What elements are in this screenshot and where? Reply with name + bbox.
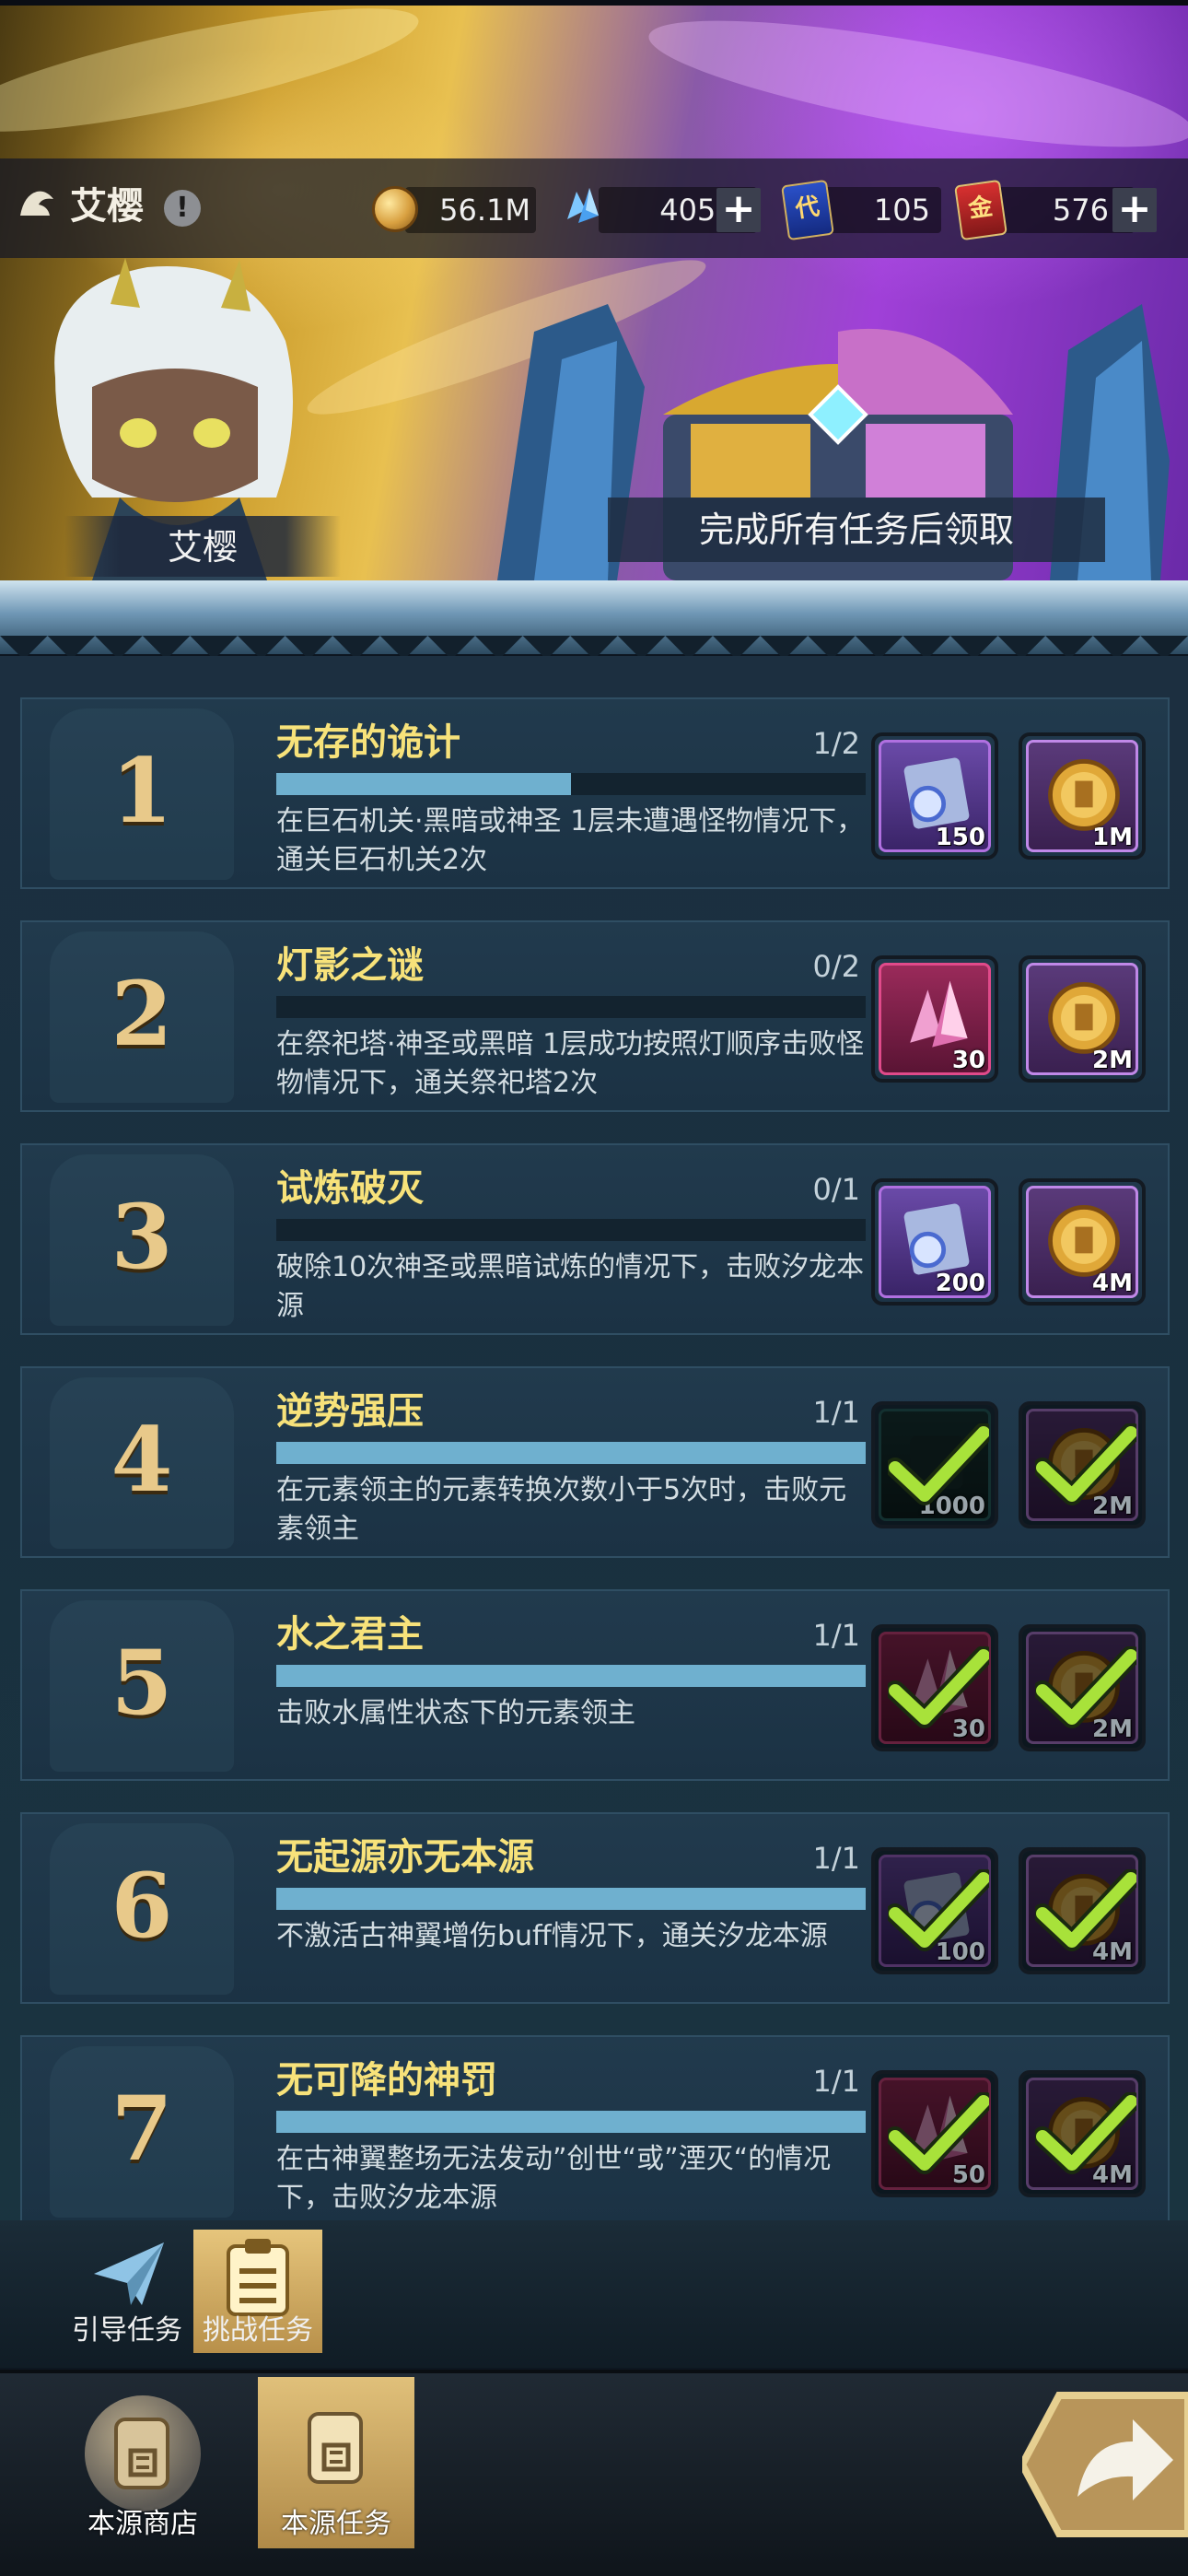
task-description: 破除10次神圣或黑暗试炼的情况下，击败汐龙本源 — [276, 1251, 865, 1322]
nav-origin-tasks[interactable]: 本源任务 — [258, 2377, 414, 2548]
check-icon — [1035, 1869, 1136, 1951]
task-description: 在巨石机关·黑暗或神圣 1层未遭遇怪物情况下，通关巨石机关2次 — [276, 805, 865, 876]
reward-scroll-icon[interactable]: 100 — [871, 1847, 998, 1974]
crystal-plus-button[interactable]: + — [716, 188, 761, 232]
go-arrow-button[interactable] — [1022, 2386, 1188, 2543]
reward-crystal-icon[interactable]: 50 — [871, 2070, 998, 2197]
task-progress-text: 1/1 — [812, 2064, 861, 2099]
task-list[interactable]: 1 无存的诡计 1/2 在巨石机关·黑暗或神圣 1层未遭遇怪物情况下，通关巨石机关2次… — [0, 656, 1188, 2222]
reward-scroll-icon[interactable]: 200 — [871, 1178, 998, 1306]
reward-dark-icon[interactable]: 1000 — [871, 1401, 998, 1528]
task-progress-bar — [276, 996, 866, 1018]
chest-claim-label: 完成所有任务后领取 — [698, 509, 1014, 550]
task-progress-text: 1/2 — [812, 726, 861, 761]
task-progress-fill — [276, 2111, 866, 2133]
task-item[interactable]: 6 无起源亦无本源 1/1 不激活古神翼增伤buff情况下，通关汐龙本源 100 4M — [20, 1812, 1170, 2004]
task-progress-bar — [276, 2111, 866, 2133]
task-progress-fill — [276, 1665, 866, 1687]
reward-coin-icon[interactable]: 2M — [1019, 1401, 1146, 1528]
reward-coin-icon[interactable]: 2M — [1019, 955, 1146, 1083]
task-item[interactable]: 3 试炼破灭 0/1 破除10次神圣或黑暗试炼的情况下，击败汐龙本源 200 4M — [20, 1143, 1170, 1335]
task-progress-text: 1/1 — [812, 1395, 861, 1430]
task-number: 1 — [111, 739, 173, 843]
check-icon — [1035, 2092, 1136, 2174]
task-progress-fill — [276, 773, 571, 795]
task-item[interactable]: 7 无可降的神罚 1/1 在古神翼整场无法发动”创世“或”湮灭“的情况下，击败汐龙本源… — [20, 2035, 1170, 2222]
reward-count: 150 — [935, 824, 985, 851]
task-progress-bar — [276, 1219, 866, 1241]
player-name: 艾樱 — [70, 185, 144, 228]
check-icon — [1035, 1423, 1136, 1505]
task-title: 无可降的神罚 — [276, 2059, 497, 2102]
task-item[interactable]: 5 水之君主 1/1 击败水属性状态下的元素领主 30 2M — [20, 1589, 1170, 1781]
player-emblem-icon — [20, 191, 53, 216]
reward-coin-icon[interactable]: 4M — [1019, 2070, 1146, 2197]
task-progress-bar — [276, 1888, 866, 1910]
tab-challenge-tasks[interactable]: 挑战任务 — [193, 2230, 322, 2353]
blue-card-value: 105 — [873, 193, 930, 228]
check-icon — [888, 1423, 989, 1505]
task-number: 2 — [111, 962, 173, 1066]
task-description: 击败水属性状态下的元素领主 — [276, 1697, 635, 1729]
reward-count: 2M — [1092, 1047, 1133, 1074]
task-description: 在古神翼整场无法发动”创世“或”湮灭“的情况下，击败汐龙本源 — [276, 2143, 832, 2214]
task-progress-fill — [276, 1442, 866, 1464]
task-item[interactable]: 1 无存的诡计 1/2 在巨石机关·黑暗或神圣 1层未遭遇怪物情况下，通关巨石机关2次… — [20, 697, 1170, 889]
nav-origin-tasks-label: 本源任务 — [281, 2508, 391, 2540]
task-item[interactable]: 2 灯影之谜 0/2 在祭祀塔·神圣或黑暗 1层成功按照灯顺序击败怪物情况下，通关祭祀… — [20, 920, 1170, 1112]
nav-origin-shop-label: 本源商店 — [87, 2508, 198, 2540]
task-number: 7 — [111, 2077, 173, 2181]
reward-coin-icon[interactable]: 1M — [1019, 732, 1146, 860]
task-number: 6 — [111, 1854, 173, 1958]
task-progress-bar — [276, 1665, 866, 1687]
red-card-value: 576 — [1052, 193, 1109, 228]
task-progress-text: 0/2 — [812, 949, 861, 984]
reward-scroll-icon[interactable]: 150 — [871, 732, 998, 860]
task-title: 无存的诡计 — [276, 721, 460, 764]
reward-count: 4M — [1092, 1270, 1133, 1297]
reward-coin-icon[interactable]: 4M — [1019, 1847, 1146, 1974]
tab-challenge-tasks-label: 挑战任务 — [203, 2314, 313, 2347]
scroll-icon — [308, 2412, 363, 2484]
reward-count: 200 — [935, 1270, 985, 1297]
task-title: 灯影之谜 — [276, 944, 424, 987]
task-progress-fill — [276, 1888, 866, 1910]
task-title: 无起源亦无本源 — [276, 1836, 534, 1879]
task-title: 水之君主 — [276, 1613, 424, 1656]
reward-count: 30 — [951, 1047, 985, 1074]
task-number: 4 — [111, 1408, 173, 1512]
task-number: 5 — [111, 1631, 173, 1735]
task-progress-text: 1/1 — [812, 1841, 861, 1876]
reward-crystal-icon[interactable]: 30 — [871, 1624, 998, 1751]
check-icon — [1035, 1646, 1136, 1728]
task-progress-bar — [276, 773, 866, 795]
task-progress-text: 0/1 — [812, 1172, 861, 1207]
paper-plane-icon — [94, 2242, 164, 2305]
info-icon[interactable]: ! — [164, 190, 201, 227]
task-item[interactable]: 4 逆势强压 1/1 在元素领主的元素转换次数小于5次时，击败元素领主 1000 2M — [20, 1366, 1170, 1558]
reward-coin-icon[interactable]: 4M — [1019, 1178, 1146, 1306]
task-progress-text: 1/1 — [812, 1618, 861, 1653]
check-icon — [888, 1646, 989, 1728]
character-name: 艾樱 — [167, 527, 238, 568]
nav-origin-shop[interactable]: 本源商店 — [64, 2377, 221, 2548]
red-card-plus-button[interactable]: + — [1112, 188, 1157, 232]
task-title: 试炼破灭 — [276, 1167, 424, 1210]
check-icon — [888, 1869, 989, 1951]
task-description: 在元素领主的元素转换次数小于5次时，击败元素领主 — [276, 1474, 847, 1545]
check-icon — [888, 2092, 989, 2174]
tab-guide-tasks-label: 引导任务 — [72, 2314, 182, 2347]
scroll-icon — [114, 2418, 169, 2489]
clipboard-icon — [227, 2239, 289, 2316]
gold-value: 56.1M — [439, 193, 530, 228]
task-description: 不激活古神翼增伤buff情况下，通关汐龙本源 — [276, 1920, 828, 1952]
reward-crystal-icon[interactable]: 30 — [871, 955, 998, 1083]
reward-count: 1M — [1092, 824, 1133, 851]
tab-guide-tasks[interactable]: 引导任务 — [63, 2230, 192, 2353]
task-number: 3 — [111, 1185, 173, 1289]
task-progress-bar — [276, 1442, 866, 1464]
reward-coin-icon[interactable]: 2M — [1019, 1624, 1146, 1751]
task-description: 在祭祀塔·神圣或黑暗 1层成功按照灯顺序击败怪物情况下，通关祭祀塔2次 — [276, 1028, 865, 1099]
task-title: 逆势强压 — [276, 1390, 424, 1433]
